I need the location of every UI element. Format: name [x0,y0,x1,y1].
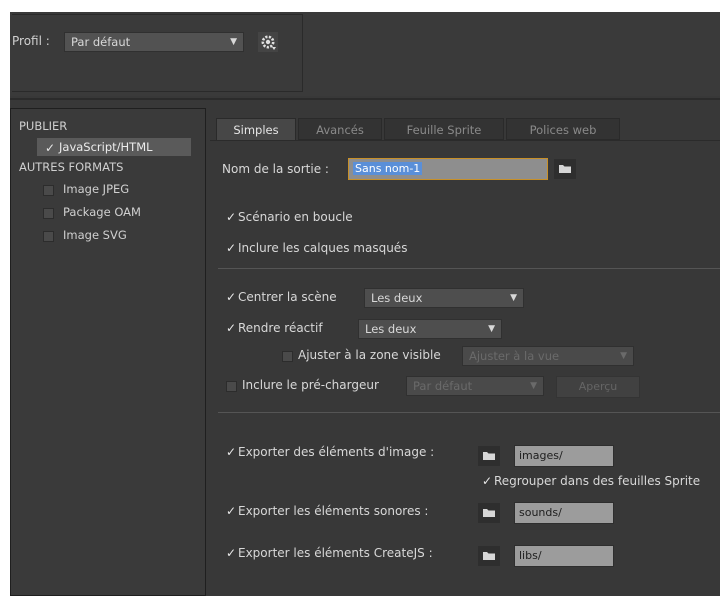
center-stage-label: Centrer la scène [238,290,337,304]
chevron-down-icon: ▼ [510,293,517,303]
target-list-panel: PUBLIER ✓ JavaScript/HTML AUTRES FORMATS… [10,108,206,596]
tab-simples[interactable]: Simples [216,118,296,140]
checkmark-icon[interactable]: ✓ [226,242,236,254]
responsive-label: Rendre réactif [238,321,323,335]
settings-panel: Simples Avancés Feuille Sprite Polices w… [210,108,720,596]
section-divider [218,268,720,269]
export-images-label: Exporter des éléments d'image : [238,445,435,459]
section-publish-label: PUBLIER [19,119,68,133]
checkmark-icon[interactable]: ✓ [226,505,236,517]
folder-icon[interactable] [554,159,576,179]
checkbox-image-svg[interactable] [43,231,54,242]
header-divider [10,98,720,100]
fit-visible-checkbox[interactable] [282,351,293,362]
profile-dropdown-value: Par défaut [71,35,131,49]
dropdown-value: Les deux [371,291,423,305]
preloader-checkbox[interactable] [226,381,237,392]
checkmark-icon[interactable]: ✓ [45,142,55,154]
checkmark-icon[interactable]: ✓ [226,446,236,458]
checkbox-image-jpeg[interactable] [43,185,54,196]
checkmark-icon[interactable]: ✓ [226,211,236,223]
loop-checkbox-label: Scénario en boucle [238,210,353,224]
profile-box [12,14,303,92]
dropdown-value: Les deux [365,322,417,336]
sprite-sheet-checkbox-label: Regrouper dans des feuilles Sprite [494,474,701,488]
output-name-label: Nom de la sortie : [222,162,329,176]
profile-dropdown[interactable]: Par défaut ▼ [64,32,244,52]
dropdown-value: Par défaut [413,379,473,393]
checkmark-icon[interactable]: ✓ [226,291,236,303]
target-item-label: Image JPEG [63,182,130,196]
target-item-label: Image SVG [63,228,127,242]
tab-polices-web[interactable]: Polices web [506,118,620,140]
checkmark-icon[interactable]: ✓ [226,547,236,559]
chevron-down-icon: ▼ [530,381,537,391]
createjs-path-input[interactable]: libs/ [514,545,614,567]
preloader-label: Inclure le pré-chargeur [242,378,379,392]
target-item-label: JavaScript/HTML [59,140,153,154]
checkmark-icon[interactable]: ✓ [482,475,492,487]
publish-settings-dialog: Profil : Par défaut ▼ PUBLIER ✓ JavaScri… [10,12,720,596]
preloader-dropdown[interactable]: Par défaut ▼ [406,376,544,396]
fit-visible-label: Ajuster à la zone visible [298,348,441,362]
chevron-down-icon: ▼ [488,324,495,334]
section-other-formats-label: AUTRES FORMATS [19,160,124,174]
output-name-value: Sans nom-1 [353,162,423,175]
chevron-down-icon: ▼ [620,351,627,361]
folder-icon[interactable] [478,546,500,566]
section-divider [218,412,720,413]
gear-icon[interactable] [258,32,278,52]
output-name-input[interactable]: Sans nom-1 [348,158,548,180]
hidden-layers-checkbox-label: Inclure les calques masqués [238,241,408,255]
tab-divider [210,140,720,141]
images-path-input[interactable]: images/ [514,445,614,467]
center-stage-dropdown[interactable]: Les deux ▼ [364,288,524,308]
export-sounds-label: Exporter les éléments sonores : [238,504,429,518]
profile-label: Profil : [12,34,50,48]
target-item-label: Package OAM [63,205,141,219]
folder-icon[interactable] [478,446,500,466]
export-createjs-label: Exporter les éléments CreateJS : [238,546,433,560]
responsive-dropdown[interactable]: Les deux ▼ [358,319,502,339]
fit-visible-dropdown[interactable]: Ajuster à la vue ▼ [462,346,634,366]
folder-icon[interactable] [478,503,500,523]
profile-header: Profil : Par défaut ▼ [10,12,720,96]
checkbox-package-oam[interactable] [43,208,54,219]
dropdown-value: Ajuster à la vue [469,349,560,363]
checkmark-icon[interactable]: ✓ [226,322,236,334]
tab-avances[interactable]: Avancés [298,118,382,140]
preview-button[interactable]: Aperçu [556,376,640,398]
sounds-path-input[interactable]: sounds/ [514,502,614,524]
tab-feuille-sprite[interactable]: Feuille Sprite [384,118,504,140]
chevron-down-icon: ▼ [230,37,237,47]
